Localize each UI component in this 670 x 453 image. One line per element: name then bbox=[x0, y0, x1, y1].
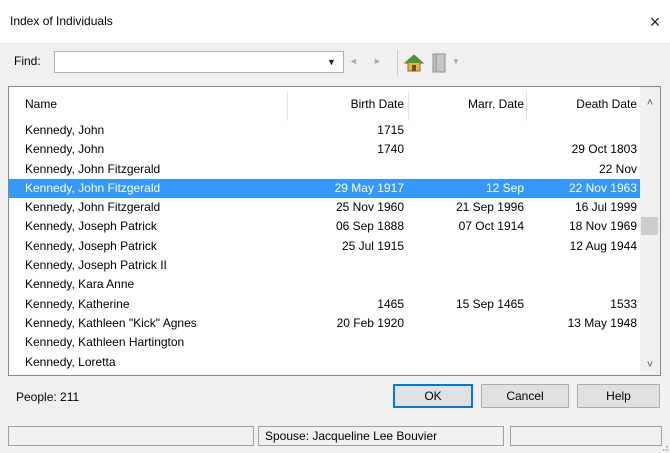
status-bar: Spouse: Jacqueline Lee Bouvier bbox=[0, 420, 670, 453]
next-arrow-icon[interactable]: ► bbox=[373, 56, 382, 66]
list-item[interactable]: Kennedy, John Fitzgerald 25 Nov 1960 21 Se… bbox=[9, 198, 640, 217]
window-title: Index of Individuals bbox=[10, 14, 113, 28]
scrollbar-thumb[interactable] bbox=[641, 217, 658, 235]
list-item-selected[interactable]: Kennedy, John Fitzgerald 29 May 1917 12 Se… bbox=[9, 178, 640, 199]
find-label: Find: bbox=[14, 54, 41, 68]
list-item[interactable]: Kennedy, Joseph Patrick 06 Sep 1888 07 Oct… bbox=[9, 217, 640, 236]
death-date-cell: 22 Nov 1963 bbox=[568, 180, 637, 195]
name-cell: Kennedy, Loretta bbox=[25, 354, 116, 369]
list-item[interactable]: Kennedy, John 1715 bbox=[9, 121, 640, 140]
death-date-cell: 13 May 1948 bbox=[567, 315, 637, 330]
title-bar: Index of Individuals × bbox=[0, 0, 670, 44]
spouse-status: Spouse: Jacqueline Lee Bouvier bbox=[258, 426, 504, 446]
list-item[interactable]: Kennedy, Kathleen "Kick" Agnes 20 Feb 192… bbox=[9, 314, 640, 333]
name-cell: Kennedy, Katherine bbox=[25, 296, 130, 311]
list-item[interactable]: Kennedy, John 1740 29 Oct 1803 bbox=[9, 140, 640, 159]
column-header-death-date[interactable]: Death Date bbox=[576, 87, 637, 121]
column-divider[interactable] bbox=[526, 91, 527, 121]
scroll-up-icon[interactable]: ˄ bbox=[640, 97, 660, 109]
name-cell: Kennedy, Joseph Patrick bbox=[25, 238, 157, 253]
individuals-list[interactable]: Name Birth Date Marr. Date Death Date Ke… bbox=[8, 86, 661, 376]
birth-date-cell: 1740 bbox=[377, 142, 404, 157]
toolbar-divider bbox=[397, 50, 398, 76]
people-count: People: 211 bbox=[16, 390, 80, 404]
chevron-down-icon[interactable]: ▼ bbox=[452, 57, 460, 66]
column-header-birth-date[interactable]: Birth Date bbox=[351, 87, 404, 121]
death-date-cell: 18 Nov 1969 bbox=[568, 219, 637, 234]
list-item[interactable]: Kennedy, Joseph Patrick II bbox=[9, 256, 640, 275]
status-panel-right bbox=[510, 426, 662, 446]
birth-date-cell: 1465 bbox=[377, 296, 404, 311]
name-cell: Kennedy, John Fitzgerald bbox=[25, 180, 161, 195]
column-divider[interactable] bbox=[408, 91, 409, 121]
list-item[interactable]: Kennedy, Joseph Patrick 25 Jul 1915 12 Aug… bbox=[9, 237, 640, 256]
birth-date-cell: 29 May 1917 bbox=[334, 180, 404, 195]
name-cell: Kennedy, Kara Anne bbox=[25, 277, 135, 292]
name-cell: Kennedy, John bbox=[25, 123, 105, 137]
death-date-cell: 29 Oct 1803 bbox=[571, 142, 637, 157]
help-button[interactable]: Help bbox=[577, 384, 660, 408]
death-date-cell: 1533 bbox=[610, 296, 637, 311]
scroll-down-icon[interactable]: ˅ bbox=[640, 359, 660, 371]
list-header: Name Birth Date Marr. Date Death Date bbox=[9, 87, 640, 121]
name-cell: Kennedy, Joseph Patrick II bbox=[25, 258, 167, 273]
vertical-scrollbar[interactable]: ˄ ˅ bbox=[640, 87, 660, 375]
marr-date-cell: 21 Sep 1996 bbox=[455, 200, 524, 215]
book-icon[interactable] bbox=[432, 53, 446, 73]
cancel-button[interactable]: Cancel bbox=[481, 384, 569, 408]
close-icon[interactable]: × bbox=[640, 8, 670, 36]
column-header-marr-date[interactable]: Marr. Date bbox=[468, 87, 524, 121]
list-item[interactable]: Kennedy, John Fitzgerald 22 Nov bbox=[9, 160, 640, 179]
marr-date-cell: 07 Oct 1914 bbox=[458, 219, 524, 234]
find-input[interactable] bbox=[54, 51, 344, 73]
name-cell: Kennedy, Kathleen "Kick" Agnes bbox=[25, 315, 197, 330]
name-cell: Kennedy, John bbox=[25, 142, 105, 157]
find-toolbar: Find: ▼ ◄ ► ▼ bbox=[0, 44, 670, 82]
list-item[interactable]: Kennedy, Kathleen Hartington bbox=[9, 333, 640, 352]
name-cell: Kennedy, John Fitzgerald bbox=[25, 200, 161, 215]
list-rows: Kennedy, John 1715 Kennedy, John 1740 29 Oc… bbox=[9, 121, 640, 372]
resize-grip-icon[interactable] bbox=[660, 443, 668, 451]
name-cell: Kennedy, Joseph Patrick bbox=[25, 219, 157, 234]
marr-date-cell: 15 Sep 1465 bbox=[455, 296, 524, 311]
death-date-cell: 12 Aug 1944 bbox=[569, 238, 637, 253]
marr-date-cell: 12 Sep bbox=[485, 180, 524, 195]
chevron-down-icon[interactable]: ▼ bbox=[327, 57, 336, 67]
birth-date-cell: 20 Feb 1920 bbox=[336, 315, 404, 330]
home-icon[interactable] bbox=[403, 53, 425, 73]
death-date-cell: 16 Jul 1999 bbox=[574, 200, 637, 215]
column-header-name[interactable]: Name bbox=[25, 87, 57, 121]
column-divider[interactable] bbox=[287, 91, 288, 121]
list-item[interactable]: Kennedy, Kara Anne bbox=[9, 275, 640, 294]
name-cell: Kennedy, Kathleen Hartington bbox=[25, 335, 185, 350]
birth-date-cell: 1715 bbox=[377, 123, 404, 137]
birth-date-cell: 25 Jul 1915 bbox=[341, 238, 404, 253]
birth-date-cell: 06 Sep 1888 bbox=[335, 219, 404, 234]
list-item[interactable]: Kennedy, Katherine 1465 15 Sep 1465 1533 bbox=[9, 295, 640, 314]
birth-date-cell: 25 Nov 1960 bbox=[335, 200, 404, 215]
name-cell: Kennedy, John Fitzgerald bbox=[25, 161, 161, 176]
list-item[interactable]: Kennedy, Loretta bbox=[9, 353, 640, 372]
ok-button[interactable]: OK bbox=[393, 384, 473, 408]
death-date-cell: 22 Nov bbox=[598, 161, 637, 176]
previous-arrow-icon[interactable]: ◄ bbox=[349, 56, 358, 66]
status-panel-left bbox=[8, 426, 254, 446]
